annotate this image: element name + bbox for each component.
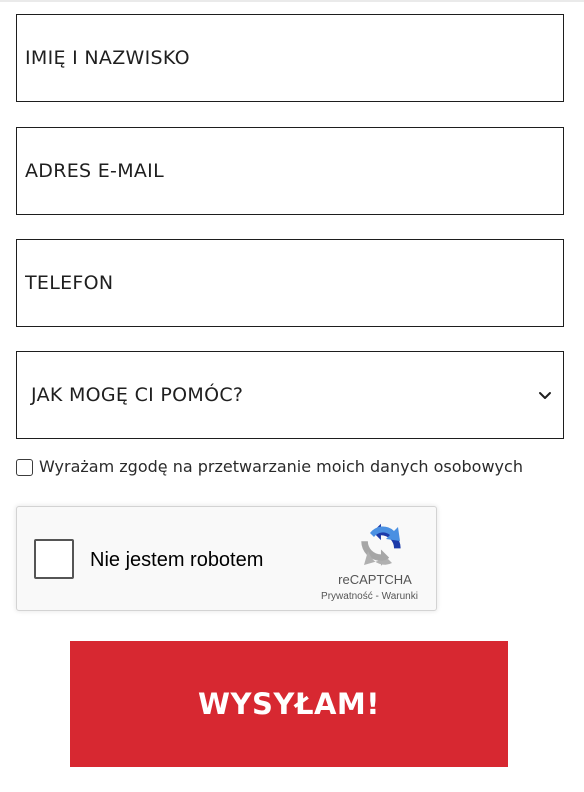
recaptcha-label: Nie jestem robotem <box>90 549 264 571</box>
recaptcha-logo-icon <box>361 523 401 566</box>
consent-label: Wyrażam zgodę na przetwarzanie moich dan… <box>39 457 523 476</box>
email-input[interactable] <box>25 128 563 214</box>
recaptcha-widget: Nie jestem robotem reCAPTCHA Prywatność … <box>16 506 437 611</box>
chevron-down-icon <box>539 392 551 399</box>
help-topic-select-value: JAK MOGĘ CI POMÓC? <box>31 384 244 406</box>
name-input[interactable] <box>25 15 563 101</box>
name-field-wrapper <box>16 14 564 102</box>
recaptcha-privacy-link[interactable]: Prywatność <box>321 591 373 602</box>
recaptcha-terms-link[interactable]: Warunki <box>382 591 418 602</box>
top-divider <box>0 0 584 2</box>
help-topic-select[interactable]: JAK MOGĘ CI POMÓC? <box>16 351 564 439</box>
consent-row: Wyrażam zgodę na przetwarzanie moich dan… <box>16 457 536 476</box>
recaptcha-link-separator: - <box>372 591 382 602</box>
contact-form-page: JAK MOGĘ CI POMÓC? Wyrażam zgodę na prze… <box>0 0 584 792</box>
consent-checkbox[interactable] <box>16 459 33 476</box>
submit-button[interactable]: WYSYŁAM! <box>70 641 508 767</box>
email-field-wrapper <box>16 127 564 215</box>
phone-input[interactable] <box>25 240 563 326</box>
recaptcha-brand: reCAPTCHA <box>338 572 412 587</box>
phone-field-wrapper <box>16 239 564 327</box>
recaptcha-checkbox[interactable] <box>34 539 74 579</box>
recaptcha-links: Prywatność - Warunki <box>307 591 432 602</box>
